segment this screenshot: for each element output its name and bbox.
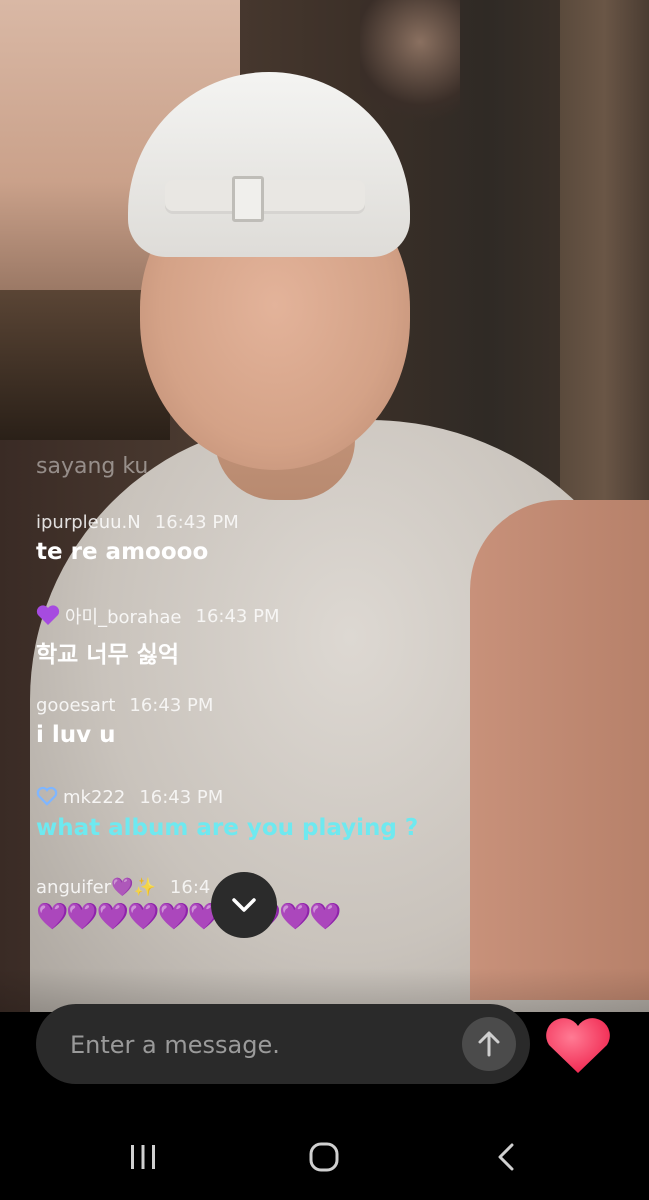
chat-text: te re amoooo <box>36 539 209 565</box>
chat-message: 아미_borahae 16:43 PM 학교 너무 싫억 <box>36 603 280 669</box>
message-input-box[interactable] <box>36 1004 530 1084</box>
chat-timestamp: 16:43 PM <box>139 787 224 808</box>
chat-text: 학교 너무 싫억 <box>36 642 179 668</box>
blue-outline-heart-icon <box>36 786 58 809</box>
back-button[interactable] <box>476 1137 536 1177</box>
chat-username[interactable]: anguifer💜✨ <box>36 877 156 898</box>
chat-message: anguifer💜✨ 16:4 💜💜💜💜💜💜💜💜💜💜 <box>36 877 342 932</box>
heart-icon <box>546 1018 610 1073</box>
bottom-bar <box>0 1004 649 1200</box>
back-icon <box>498 1143 514 1171</box>
like-button[interactable] <box>540 1012 616 1080</box>
send-button[interactable] <box>462 1017 516 1071</box>
arrow-up-icon <box>478 1031 500 1057</box>
chat-message: gooesart 16:43 PM i luv u <box>36 695 213 748</box>
chat-timestamp: 16:43 PM <box>195 605 280 627</box>
chat-timestamp: 16:43 PM <box>154 512 239 533</box>
chat-timestamp: 16:43 PM <box>129 695 214 716</box>
chat-username[interactable]: mk222 <box>63 787 125 808</box>
system-navigation-bar <box>0 1117 649 1197</box>
live-video[interactable] <box>0 0 649 1012</box>
chat-username[interactable]: 아미_borahae <box>65 603 182 629</box>
chevron-down-icon <box>232 898 256 912</box>
recent-apps-icon <box>131 1145 155 1169</box>
purple-heart-icon <box>36 604 60 629</box>
chat-username[interactable]: ipurpleuu.N <box>36 512 141 533</box>
live-stream-screen: sayang ku ipurpleuu.N 16:43 PM te re amo… <box>0 0 649 1200</box>
chat-faded-message: sayang ku <box>36 454 149 479</box>
chat-timestamp: 16:4 <box>169 877 211 898</box>
scroll-down-button[interactable] <box>211 872 277 938</box>
chat-text: 💜💜💜💜💜💜💜💜💜💜 <box>36 902 342 932</box>
home-icon <box>309 1142 339 1172</box>
person-arm <box>470 500 649 1000</box>
background-lamp <box>360 0 460 140</box>
chat-username[interactable]: gooesart <box>36 695 115 716</box>
chat-message: ipurpleuu.N 16:43 PM te re amoooo <box>36 512 239 565</box>
chat-text: what album are you playing ? <box>36 815 419 841</box>
background-doorframe <box>560 0 649 520</box>
home-button[interactable] <box>294 1137 354 1177</box>
cap-strap <box>165 180 365 214</box>
cap-buckle <box>232 176 264 222</box>
chat-text: i luv u <box>36 722 116 748</box>
recent-apps-button[interactable] <box>113 1137 173 1177</box>
chat-message: mk222 16:43 PM what album are you playin… <box>36 786 418 841</box>
message-input[interactable] <box>68 1022 452 1068</box>
